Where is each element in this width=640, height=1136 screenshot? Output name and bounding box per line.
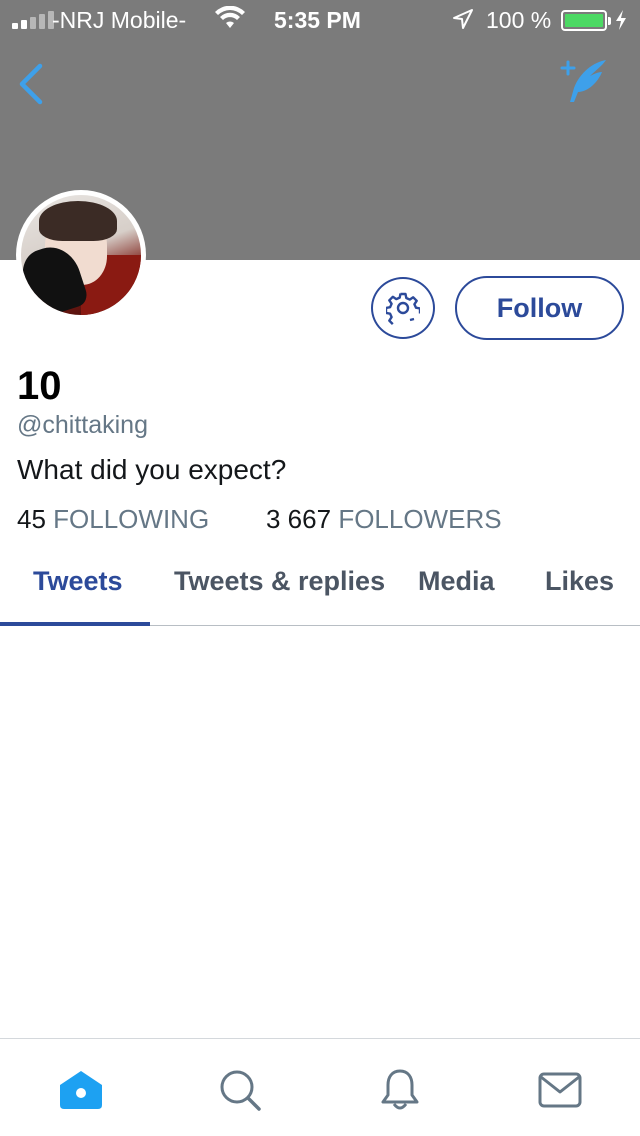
tabbar-notifications[interactable] [375, 1065, 425, 1115]
tab-media[interactable]: Media [418, 566, 495, 597]
following-count: 45 [17, 504, 46, 534]
chevron-left-icon [19, 63, 43, 105]
avatar-image [21, 195, 141, 315]
tabbar-search[interactable] [215, 1065, 265, 1115]
back-button[interactable] [14, 62, 48, 106]
following-stat[interactable]: 45 FOLLOWING [17, 504, 209, 535]
gear-icon [386, 292, 420, 325]
followers-stat[interactable]: 3 667 FOLLOWERS [266, 504, 502, 535]
tab-likes[interactable]: Likes [545, 566, 614, 597]
home-icon [60, 1071, 102, 1109]
profile-avatar[interactable] [16, 190, 146, 320]
follow-button[interactable]: Follow [455, 276, 624, 340]
following-label: FOLLOWING [53, 504, 210, 534]
tabbar-home[interactable] [56, 1065, 106, 1115]
bell-icon [381, 1069, 419, 1110]
location-arrow-icon [452, 8, 474, 36]
mail-icon [538, 1072, 582, 1108]
clock: 5:35 PM [274, 7, 361, 33]
carrier-name: -NRJ Mobile- [52, 7, 187, 33]
tabbar-messages[interactable] [535, 1065, 585, 1115]
battery-percentage: 100 % [486, 7, 552, 33]
wifi-icon [214, 5, 246, 36]
profile-handle: @chittaking [17, 411, 148, 439]
active-tab-indicator [0, 622, 150, 626]
search-icon [220, 1070, 261, 1111]
profile-bio: What did you expect? [17, 454, 287, 485]
followers-count: 3 667 [266, 504, 332, 534]
status-bar: -NRJ Mobile- 5:35 PM 100 % [0, 0, 640, 40]
signal-icon [12, 11, 54, 29]
tab-tweets[interactable]: Tweets [33, 566, 123, 597]
profile-display-name: 10 [17, 364, 62, 408]
tab-tweets-and-replies[interactable]: Tweets & replies [174, 566, 385, 597]
profile-settings-button[interactable] [371, 277, 435, 339]
charging-bolt-icon [614, 9, 628, 37]
feather-compose-icon [560, 60, 606, 102]
bottom-tab-bar [0, 1038, 640, 1136]
battery-icon [561, 10, 611, 31]
compose-tweet-button[interactable] [558, 58, 610, 106]
profile-tabs: Tweets Tweets & replies Media Likes [0, 554, 640, 626]
followers-label: FOLLOWERS [338, 504, 502, 534]
